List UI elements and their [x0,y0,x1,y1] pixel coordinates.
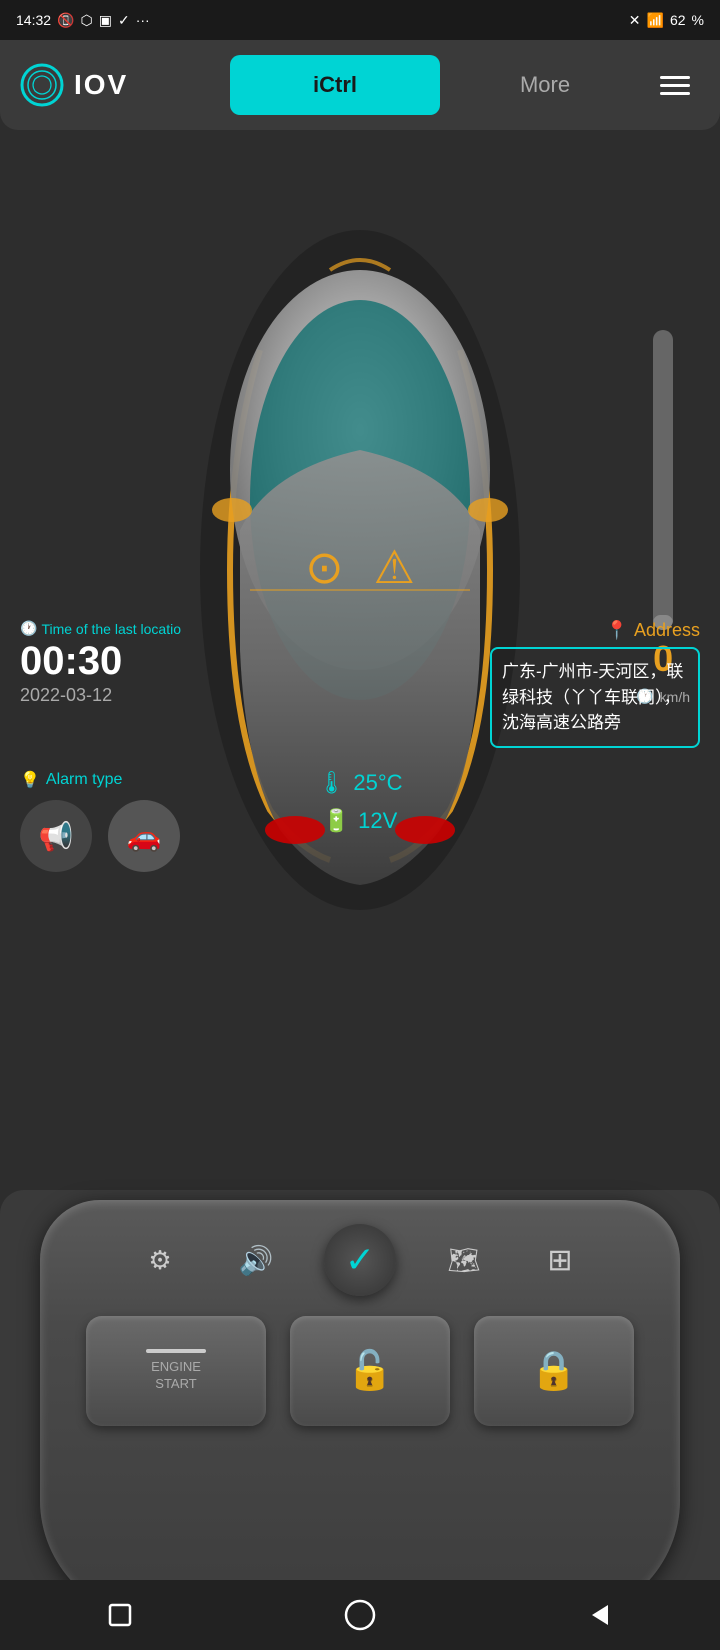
x-icon: ✕ [629,12,641,29]
alarm-label-icon: 💡 [20,770,40,790]
lock-button[interactable]: 🔒 [474,1316,634,1426]
menu-line-1 [660,76,690,79]
map-search-icon: 🗺 [447,1245,480,1276]
location-icon: 📍 [606,620,628,641]
brake-warning-icon: ⊙ [305,540,344,594]
volume-button[interactable]: 🔊 [228,1232,284,1288]
car-alarm-button[interactable]: 🚗 [108,800,180,872]
recent-apps-button[interactable] [90,1585,150,1645]
app-logo: IOV [20,63,230,107]
grid-icon: ⊞ [547,1243,572,1278]
date-value: 2022-03-12 [20,685,181,706]
home-button[interactable] [330,1585,390,1645]
caution-warning-icon: ⚠ [374,540,415,594]
volume-icon: 🔊 [239,1244,274,1277]
temperature-display: 🌡 25°C [317,770,402,796]
signal-icon: 📵 [57,12,74,29]
time-info: 🕐 Time of the last locatio 00:30 2022-03… [20,620,181,706]
battery-indicator: % [692,12,704,28]
battery-volt-icon: 🔋 [323,808,350,834]
car-visualization: ⊙ ⚠ 🌡 25°C 🔋 12V [170,150,550,950]
grid-button[interactable]: ⊞ [532,1232,588,1288]
menu-line-2 [660,84,690,87]
tab-ictrl[interactable]: iCtrl [230,55,440,115]
main-area: ⊙ ⚠ 🌡 25°C 🔋 12V 0 🕐 km/h 🕐 T [0,130,720,1180]
battery-icon: ▣ [99,12,112,29]
key-fob-background: ⚙ 🔊 ✓ 🗺 ⊞ ENGINE START [40,1200,680,1620]
megaphone-alarm-button[interactable]: 📢 [20,800,92,872]
temperature-value: 25°C [353,770,402,796]
map-search-button[interactable]: 🗺 [436,1232,492,1288]
menu-button[interactable] [650,60,700,110]
engine-start-button[interactable]: ENGINE START [86,1316,266,1426]
status-left: 14:32 📵 ⬡ ▣ ✓ ··· [16,12,150,29]
logo-text: IOV [74,69,128,101]
unlock-icon: 🔓 [346,1349,393,1393]
engine-label: ENGINE START [151,1359,201,1393]
clock-icon: 🕐 [20,620,37,637]
checkmark-icon: ✓ [118,12,130,29]
address-label: 📍 Address [490,620,700,641]
lock-icon: 🔒 [530,1349,577,1393]
wifi-icon: 📶 [647,12,664,29]
time-label: 🕐 Time of the last locatio [20,620,181,637]
car-move-icon: 🚗 [127,820,162,853]
dots-icon: ··· [136,12,150,28]
warning-overlay: ⊙ ⚠ [305,540,415,594]
cloud-icon: ⬡ [80,12,92,29]
tab-more[interactable]: More [440,55,650,115]
voltage-value: 12V [358,808,397,834]
back-arrow-icon [582,1597,618,1633]
engine-line [146,1349,206,1353]
key-icons-row: ⚙ 🔊 ✓ 🗺 ⊞ [40,1200,680,1296]
key-fob: ⚙ 🔊 ✓ 🗺 ⊞ ENGINE START [40,1200,680,1620]
battery-percent: 62 [670,12,686,28]
address-content: 广东-广州市-天河区，联绿科技（丫丫车联网），沈海高速公路旁 [490,647,700,748]
megaphone-icon: 📢 [39,820,74,853]
alarm-label: 💡 Alarm type [20,770,180,790]
nav-bar: IOV iCtrl More [0,40,720,130]
speed-bar [653,330,673,630]
alarm-icons: 📢 🚗 [20,800,180,872]
menu-line-3 [660,92,690,95]
alarm-section: 💡 Alarm type 📢 🚗 [20,770,180,872]
check-icon: ✓ [345,1239,375,1281]
thermometer-icon: 🌡 [317,770,345,796]
time-value: 00:30 [20,641,181,681]
status-time: 14:32 [16,12,51,28]
voltage-display: 🔋 12V [323,808,398,834]
settings-button[interactable]: ⚙ [132,1232,188,1288]
iov-logo-icon [20,63,64,107]
settings-icon: ⚙ [148,1245,171,1276]
circle-icon [342,1597,378,1633]
address-box: 📍 Address 广东-广州市-天河区，联绿科技（丫丫车联网），沈海高速公路旁 [490,620,700,748]
back-button[interactable] [570,1585,630,1645]
telemetry-display: 🌡 25°C 🔋 12V [317,770,402,834]
square-icon [102,1597,138,1633]
unlock-button[interactable]: 🔓 [290,1316,450,1426]
key-bottom-row: ENGINE START 🔓 🔒 [40,1316,680,1426]
status-right: ✕ 📶 62 % [629,12,704,29]
confirm-button[interactable]: ✓ [324,1224,396,1296]
status-bar: 14:32 📵 ⬡ ▣ ✓ ··· ✕ 📶 62 % [0,0,720,40]
system-nav-bar [0,1580,720,1650]
